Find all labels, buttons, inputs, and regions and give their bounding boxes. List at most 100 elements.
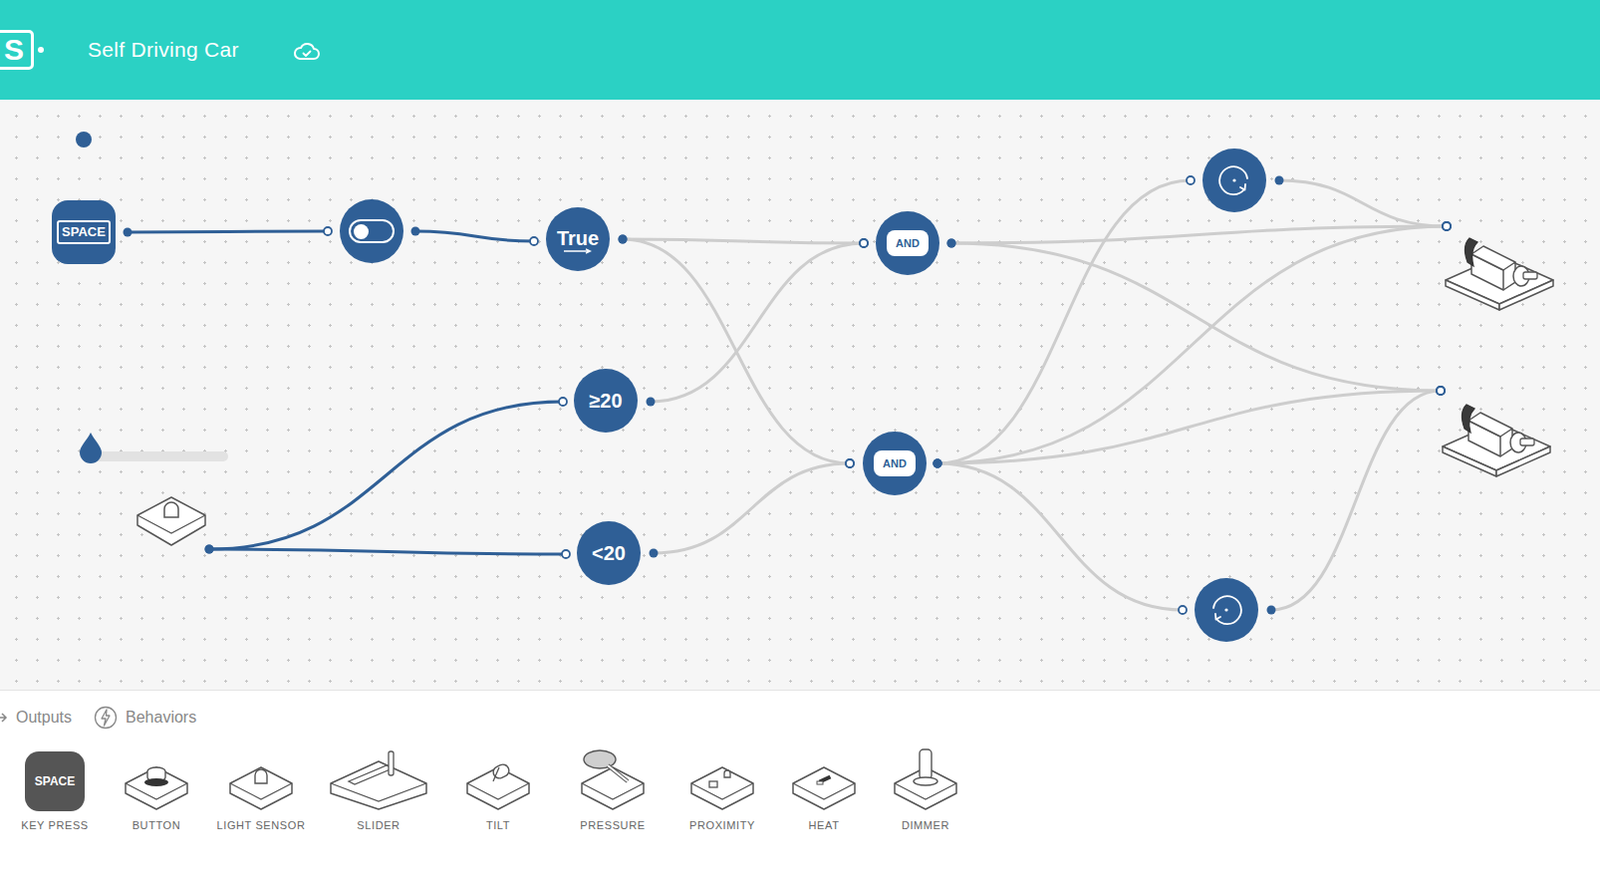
palette-item-label: DIMMER bbox=[901, 818, 950, 831]
input-port[interactable] bbox=[1436, 386, 1445, 395]
input-port[interactable] bbox=[1442, 222, 1451, 231]
compare-label: ≥20 bbox=[588, 389, 622, 413]
outputs-arrow-icon bbox=[0, 711, 8, 724]
output-port[interactable] bbox=[123, 228, 133, 238]
palette-item-label: PRESSURE bbox=[579, 818, 645, 831]
wire[interactable] bbox=[653, 463, 850, 553]
compare-node[interactable]: ≥20 bbox=[573, 368, 638, 433]
input-port[interactable] bbox=[1442, 222, 1451, 231]
palette-item-label: SLIDER bbox=[356, 818, 400, 831]
slider-knob[interactable] bbox=[78, 431, 103, 464]
heat-icon bbox=[789, 747, 859, 811]
input-port[interactable] bbox=[558, 397, 567, 406]
key-label: SPACE bbox=[56, 220, 111, 245]
output-port[interactable] bbox=[618, 235, 628, 245]
light-sensor-node[interactable] bbox=[133, 489, 210, 551]
palette-item[interactable]: LIGHT SENSOR bbox=[207, 747, 315, 831]
input-port[interactable] bbox=[845, 459, 854, 468]
output-port[interactable] bbox=[618, 235, 628, 245]
wire[interactable] bbox=[127, 231, 328, 233]
output-port[interactable] bbox=[933, 459, 943, 469]
output-port[interactable] bbox=[646, 397, 656, 407]
app: S Self Driving Car SPACE True ≥20 <20 AND AND Ou… bbox=[0, 0, 1600, 885]
output-port[interactable] bbox=[411, 227, 421, 237]
palette-item[interactable]: PRESSURE bbox=[553, 747, 672, 831]
palette-item[interactable]: BUTTON bbox=[105, 747, 208, 831]
drop-icon bbox=[78, 431, 103, 464]
motor-node[interactable] bbox=[1438, 390, 1555, 483]
toggle-switch[interactable] bbox=[348, 219, 395, 244]
output-port[interactable] bbox=[947, 239, 957, 249]
top-bar: S Self Driving Car bbox=[0, 0, 1600, 100]
input-port[interactable] bbox=[1186, 176, 1195, 185]
input-port[interactable] bbox=[1436, 386, 1445, 395]
slider-track[interactable] bbox=[90, 451, 229, 462]
output-port[interactable] bbox=[1267, 605, 1277, 615]
palette-tabs: Outputs Behaviors bbox=[0, 690, 1600, 730]
palette-item[interactable]: TILT bbox=[442, 747, 554, 831]
output-port[interactable] bbox=[205, 544, 215, 554]
status-dot bbox=[75, 131, 92, 148]
output-port[interactable] bbox=[933, 459, 943, 469]
input-port[interactable] bbox=[1178, 605, 1187, 614]
wire[interactable] bbox=[209, 401, 563, 549]
palette-item[interactable]: DIMMER bbox=[874, 747, 977, 831]
input-port[interactable] bbox=[1436, 386, 1445, 395]
wire[interactable] bbox=[937, 463, 1183, 610]
output-port[interactable] bbox=[933, 459, 943, 469]
key-press-node[interactable]: SPACE bbox=[51, 200, 116, 265]
palette-item-label: HEAT bbox=[808, 818, 840, 831]
motor-icon bbox=[1441, 224, 1558, 316]
wire[interactable] bbox=[650, 243, 864, 402]
value-node[interactable]: True bbox=[545, 207, 610, 271]
compare-label: <20 bbox=[591, 541, 626, 565]
arrow-icon bbox=[562, 248, 593, 255]
wire[interactable] bbox=[937, 390, 1441, 464]
light-icon bbox=[226, 747, 296, 811]
input-port[interactable] bbox=[845, 459, 854, 468]
output-port[interactable] bbox=[649, 548, 659, 558]
output-port[interactable] bbox=[1275, 176, 1285, 186]
rotate-node[interactable] bbox=[1202, 148, 1267, 213]
input-port[interactable] bbox=[323, 227, 332, 236]
logo-letter: S bbox=[0, 29, 34, 70]
wire[interactable] bbox=[1279, 180, 1447, 227]
palette-items: SPACEKEY PRESS BUTTON LIGHT SENSOR SLIDER TI… bbox=[0, 747, 1600, 831]
palette-item[interactable]: HEAT bbox=[773, 747, 875, 831]
input-port[interactable] bbox=[561, 549, 570, 558]
motor-node[interactable] bbox=[1441, 224, 1558, 316]
palette-item[interactable]: SLIDER bbox=[314, 747, 443, 831]
logic-label: AND bbox=[873, 450, 916, 477]
wire[interactable] bbox=[937, 226, 1447, 464]
palette-item[interactable]: SPACEKEY PRESS bbox=[3, 747, 106, 831]
and-node[interactable]: AND bbox=[862, 431, 927, 496]
wire[interactable] bbox=[209, 548, 566, 554]
output-port[interactable] bbox=[933, 459, 943, 469]
value-label: True bbox=[556, 228, 599, 249]
logo[interactable]: S bbox=[0, 29, 78, 70]
palette-item-label: BUTTON bbox=[132, 818, 182, 831]
button-icon bbox=[121, 747, 192, 811]
slider-node[interactable] bbox=[90, 451, 229, 462]
palette-item[interactable]: PROXIMITY bbox=[671, 747, 774, 831]
palette-item-label: LIGHT SENSOR bbox=[217, 818, 306, 831]
canvas[interactable]: SPACE True ≥20 <20 AND AND bbox=[0, 99, 1600, 690]
rotate-node[interactable] bbox=[1194, 577, 1259, 642]
wire[interactable] bbox=[415, 231, 534, 242]
wire[interactable] bbox=[1271, 390, 1441, 610]
compare-node[interactable]: <20 bbox=[576, 521, 641, 585]
input-port[interactable] bbox=[859, 239, 868, 248]
and-node[interactable]: AND bbox=[875, 211, 940, 275]
palette-tab[interactable]: Outputs bbox=[0, 708, 72, 727]
input-port[interactable] bbox=[859, 239, 868, 248]
wire[interactable] bbox=[951, 243, 1441, 391]
wire[interactable] bbox=[937, 180, 1191, 464]
output-port[interactable] bbox=[947, 239, 957, 249]
wire[interactable] bbox=[622, 239, 864, 244]
toggle-node[interactable] bbox=[339, 199, 404, 264]
output-port[interactable] bbox=[205, 544, 215, 554]
input-port[interactable] bbox=[530, 237, 538, 246]
project-title[interactable]: Self Driving Car bbox=[87, 37, 240, 62]
input-port[interactable] bbox=[1442, 222, 1451, 231]
palette-tab[interactable]: Behaviors bbox=[93, 705, 197, 730]
